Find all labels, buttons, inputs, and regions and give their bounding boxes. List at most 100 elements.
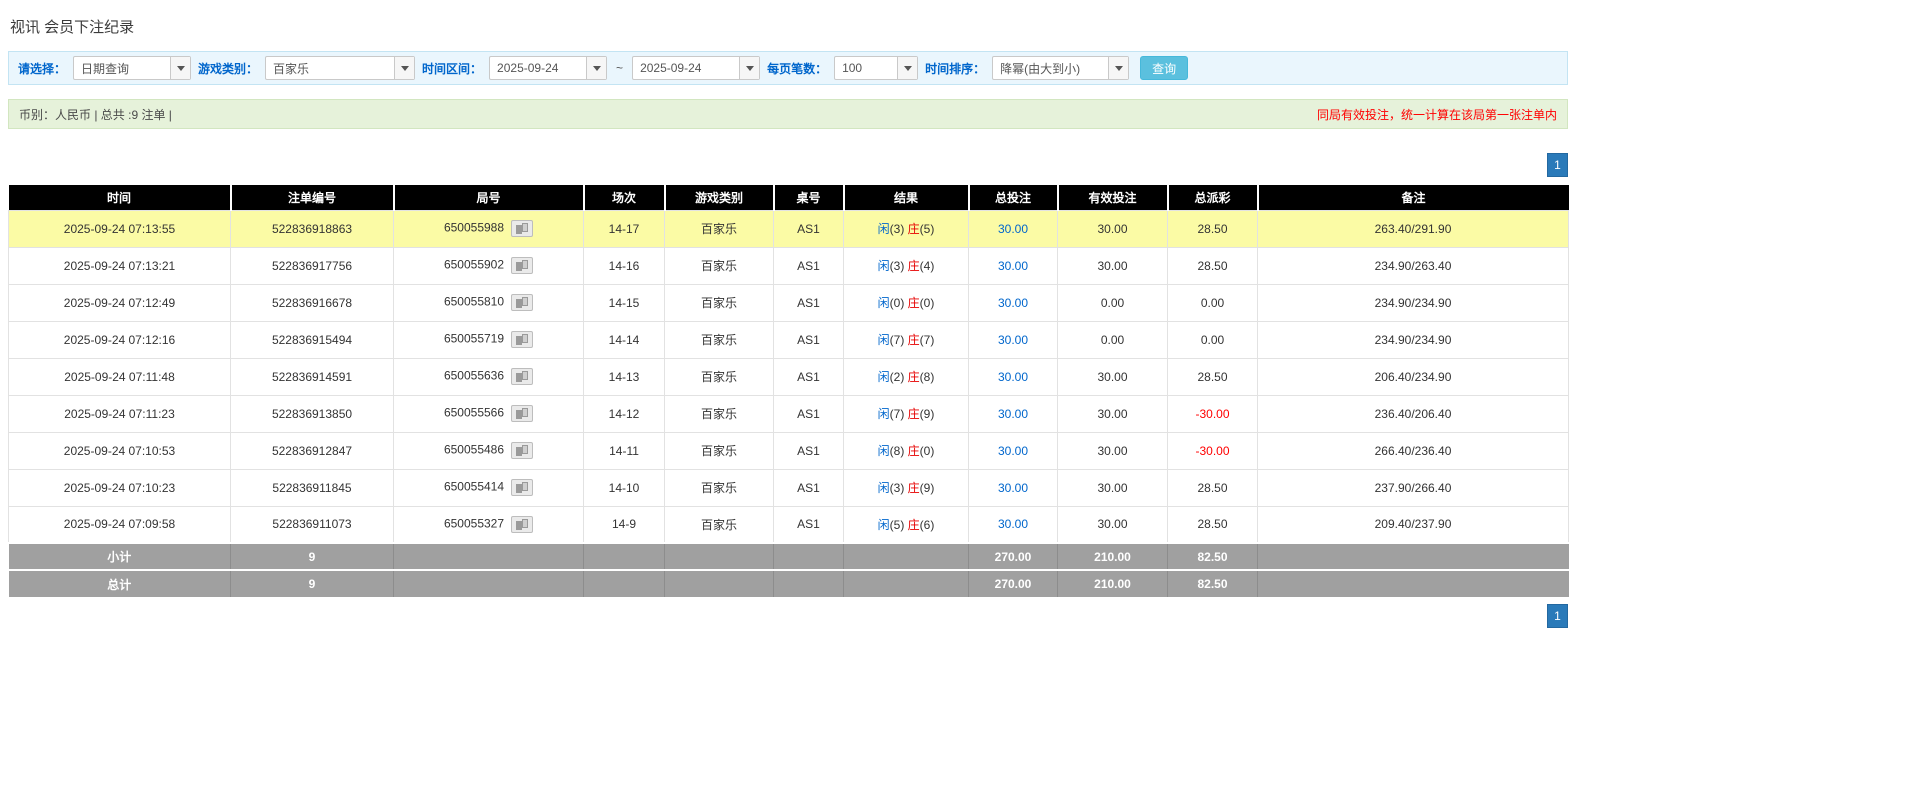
cell-bet-id: 522836918863	[230, 209, 394, 248]
page-1-button[interactable]: 1	[1547, 153, 1568, 177]
cell-total-bet: 30.00	[968, 283, 1058, 322]
cell-round: 650055636	[393, 357, 584, 396]
cell-total-bet: 30.00	[968, 209, 1058, 248]
view-cards-icon[interactable]	[511, 220, 534, 237]
cell-total-bet: 30.00	[968, 468, 1058, 507]
chevron-down-icon[interactable]	[1108, 57, 1129, 79]
total-bet-link[interactable]: 30.00	[998, 481, 1028, 495]
cell-bet-id: 522836914591	[230, 357, 394, 396]
round-number: 650055902	[443, 257, 505, 272]
total-bet-link[interactable]: 30.00	[998, 407, 1028, 421]
cell-table-no: AS1	[773, 394, 844, 433]
cell-game-type: 百家乐	[664, 394, 774, 433]
total-bet-link[interactable]: 30.00	[998, 296, 1028, 310]
date-to-dropdown[interactable]: 2025-09-24	[632, 56, 761, 80]
cell-time: 2025-09-24 07:12:49	[8, 283, 231, 322]
card-front-shape	[522, 482, 529, 491]
cell-table-no: AS1	[773, 246, 844, 285]
total-empty	[843, 569, 969, 597]
chevron-down-icon[interactable]	[739, 57, 760, 79]
cell-round: 650055902	[393, 246, 584, 285]
cell-bet-id: 522836912847	[230, 431, 394, 470]
result-player-label: 闲	[877, 296, 890, 310]
subtotal-valid-bet: 210.00	[1057, 542, 1168, 570]
total-empty	[664, 569, 774, 597]
chevron-down-icon[interactable]	[170, 57, 191, 79]
game-type-dropdown[interactable]: 百家乐	[265, 56, 416, 80]
cell-session: 14-10	[583, 468, 665, 507]
subtotal-empty	[773, 542, 844, 570]
cell-note: 266.40/236.40	[1257, 431, 1569, 470]
sort-order-dropdown[interactable]: 降幂(由大到小)	[992, 56, 1130, 80]
subtotal-empty	[583, 542, 665, 570]
cell-payout: 28.50	[1167, 468, 1258, 507]
chevron-down-icon[interactable]	[897, 57, 918, 79]
cell-time: 2025-09-24 07:11:48	[8, 357, 231, 396]
select-mode-dropdown[interactable]: 日期查询	[73, 56, 192, 80]
view-cards-icon[interactable]	[511, 257, 534, 274]
cell-note: 206.40/234.90	[1257, 357, 1569, 396]
chevron-down-icon[interactable]	[394, 57, 415, 79]
table-row: 2025-09-24 07:13:21 522836917756 650055902…	[8, 246, 1569, 285]
cell-game-type: 百家乐	[664, 320, 774, 359]
total-bet-link[interactable]: 30.00	[998, 259, 1028, 273]
cell-bet-id: 522836911845	[230, 468, 394, 507]
cell-table-no: AS1	[773, 468, 844, 507]
search-button[interactable]: 查询	[1140, 56, 1189, 80]
cell-total-bet: 30.00	[968, 505, 1058, 544]
table-row: 2025-09-24 07:11:23 522836913850 650055566…	[8, 394, 1569, 433]
total-empty	[773, 569, 844, 597]
date-from-dropdown[interactable]: 2025-09-24	[489, 56, 608, 80]
total-bet-link[interactable]: 30.00	[998, 333, 1028, 347]
cell-bet-id: 522836915494	[230, 320, 394, 359]
result-banker-label: 庄	[907, 296, 920, 310]
subtotal-payout: 82.50	[1167, 542, 1258, 570]
subtotal-total-bet: 270.00	[968, 542, 1058, 570]
subtotal-row: 小计 9 270.00 210.00 82.50	[8, 542, 1569, 570]
total-label: 总计	[8, 569, 231, 597]
cell-table-no: AS1	[773, 320, 844, 359]
total-empty	[583, 569, 665, 597]
total-bet-link[interactable]: 30.00	[998, 222, 1028, 236]
pagination-bottom: 1	[8, 604, 1568, 628]
view-cards-icon[interactable]	[511, 515, 534, 533]
view-cards-icon[interactable]	[511, 331, 534, 348]
cell-result: 闲(2) 庄(8)	[843, 357, 969, 396]
cell-round: 650055988	[393, 209, 584, 248]
view-cards-icon[interactable]	[511, 442, 534, 459]
total-bet-link[interactable]: 30.00	[998, 370, 1028, 384]
view-cards-icon[interactable]	[511, 405, 534, 422]
cell-session: 14-12	[583, 394, 665, 433]
round-number: 650055414	[443, 479, 505, 494]
game-type-value: 百家乐	[273, 61, 310, 76]
card-front-shape	[522, 260, 529, 269]
notice-text: 同局有效投注，统一计算在该局第一张注单内	[1316, 107, 1557, 122]
page-size-dropdown[interactable]: 100	[834, 56, 919, 80]
cell-time: 2025-09-24 07:10:23	[8, 468, 231, 507]
total-bet-link[interactable]: 30.00	[998, 517, 1028, 531]
col-header-session: 场次	[583, 185, 666, 210]
caret-glyph	[176, 65, 185, 71]
caret-glyph	[592, 65, 601, 71]
view-cards-icon[interactable]	[511, 368, 534, 385]
cell-result: 闲(8) 庄(0)	[843, 431, 969, 470]
total-bet-link[interactable]: 30.00	[998, 444, 1028, 458]
filter-bar: 请选择： 日期查询 游戏类别： 百家乐 时间区间： 2025-09-24 ~ 2…	[8, 51, 1568, 85]
pagination-top: 1	[8, 153, 1568, 177]
cell-time: 2025-09-24 07:11:23	[8, 394, 231, 433]
cell-round: 650055566	[393, 394, 584, 433]
card-front-shape	[522, 334, 529, 343]
view-cards-icon[interactable]	[511, 294, 534, 311]
cell-table-no: AS1	[773, 431, 844, 470]
cell-round: 650055486	[393, 431, 584, 470]
cell-round: 650055810	[393, 283, 584, 322]
result-player-label: 闲	[877, 444, 890, 458]
page-1-button[interactable]: 1	[1547, 604, 1568, 628]
chevron-down-icon[interactable]	[586, 57, 607, 79]
caret-glyph	[1114, 65, 1123, 71]
cell-game-type: 百家乐	[664, 468, 774, 507]
table-row: 2025-09-24 07:13:55 522836918863 650055988…	[8, 209, 1569, 248]
card-front-shape	[522, 518, 529, 528]
view-cards-icon[interactable]	[511, 479, 534, 496]
cell-note: 234.90/234.90	[1257, 320, 1569, 359]
